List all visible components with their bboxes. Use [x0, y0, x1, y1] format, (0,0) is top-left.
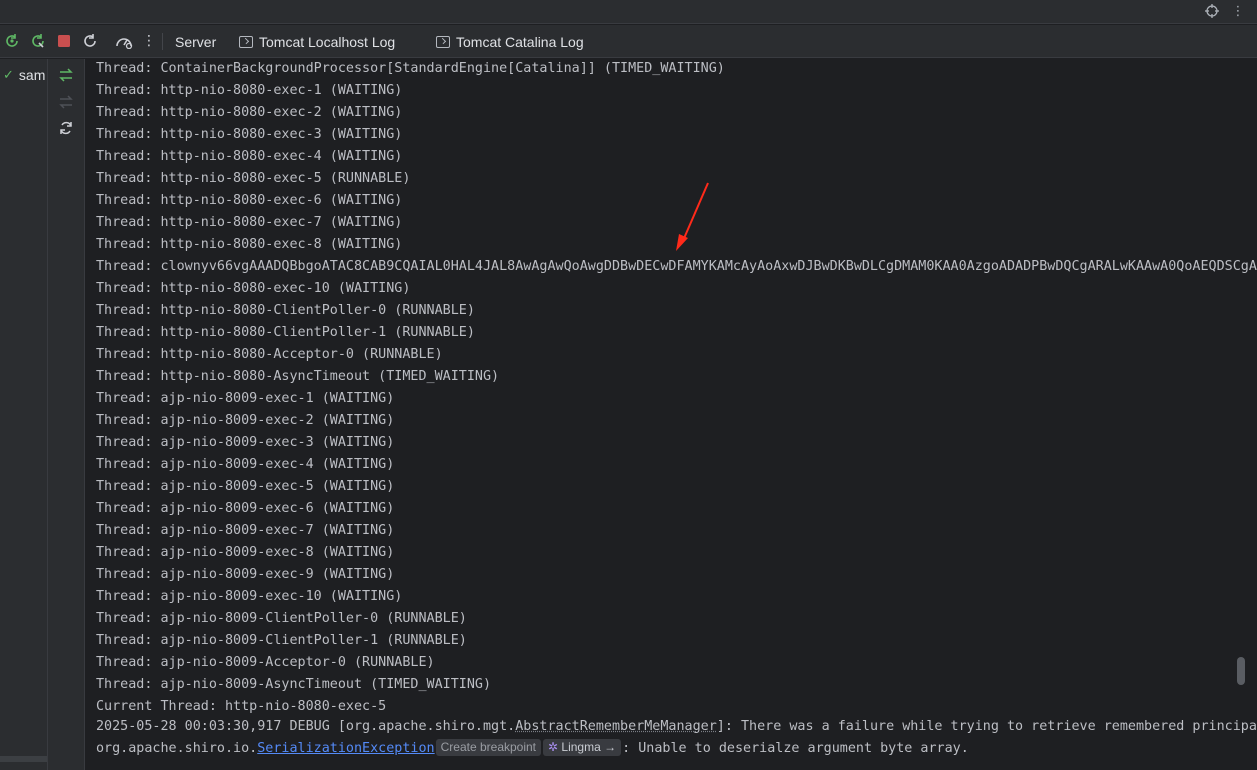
console-line: Thread: ajp-nio-8009-ClientPoller-0 (RUN…	[96, 611, 467, 626]
console-log-icon	[436, 35, 450, 48]
lingma-hint[interactable]: ✲ Lingma →	[543, 739, 622, 756]
console-line: Thread: ajp-nio-8009-exec-8 (WAITING)	[96, 545, 395, 560]
tab-server-label: Server	[175, 33, 217, 50]
update-application-icon[interactable]	[3, 32, 21, 50]
more-options-icon[interactable]: ⋮	[140, 32, 158, 50]
exception-link[interactable]: SerializationException	[257, 741, 434, 756]
more-vertical-icon[interactable]: ⋮	[1230, 4, 1246, 20]
console-line: Thread: ajp-nio-8009-exec-4 (WAITING)	[96, 457, 395, 472]
debug-suffix: ]: There was a failure while trying to r…	[716, 719, 1257, 734]
stop-icon[interactable]	[55, 32, 73, 50]
console-actions	[47, 59, 85, 770]
restart-icon[interactable]	[81, 32, 99, 50]
crosshair-icon[interactable]	[1204, 4, 1220, 20]
console-scrollbar-thumb[interactable]	[1237, 657, 1245, 685]
tab-server[interactable]: Server	[175, 25, 216, 58]
class-name-reference[interactable]: AbstractRememberMeManager	[515, 719, 717, 734]
exception-prefix: org.apache.shiro.io.	[96, 741, 258, 756]
debug-log-line: 2025-05-28 00:03:30,917 DEBUG [org.apach…	[96, 717, 1257, 739]
console-line: Current Thread: http-nio-8080-exec-5	[96, 699, 387, 714]
console-line: Thread: ajp-nio-8009-exec-5 (WAITING)	[96, 479, 395, 494]
top-bar: ⋮	[0, 0, 1257, 24]
console-line: Thread: http-nio-8080-Acceptor-0 (RUNNAB…	[96, 347, 443, 362]
toolbar-separator	[162, 33, 163, 50]
arrow-shaft	[681, 182, 709, 244]
services-tree: ✓ sam	[0, 59, 47, 770]
console-line: Thread: ajp-nio-8009-exec-10 (WAITING)	[96, 589, 403, 604]
tree-horizontal-scrollbar[interactable]	[0, 756, 47, 762]
profiler-icon[interactable]	[115, 32, 133, 50]
deploy-all-icon[interactable]	[57, 67, 75, 85]
tree-item-sam[interactable]: ✓ sam	[3, 67, 45, 83]
exception-suffix: : Unable to deserialze argument byte arr…	[622, 741, 969, 756]
create-breakpoint-hint[interactable]: Create breakpoint	[435, 739, 542, 756]
arrow-head	[676, 234, 688, 251]
undeploy-icon[interactable]	[57, 94, 75, 112]
refresh-icon[interactable]	[57, 120, 75, 138]
console-output[interactable]: Thread: ContainerBackgroundProcessor[Sta…	[86, 59, 1257, 770]
console-line: Thread: ajp-nio-8009-ClientPoller-1 (RUN…	[96, 633, 467, 648]
lingma-label: Lingma →	[561, 740, 617, 754]
lingma-icon: ✲	[548, 740, 559, 754]
debug-prefix: 2025-05-28 00:03:30,917 DEBUG [org.apach…	[96, 719, 516, 734]
tab-tomcat-catalina-log[interactable]: Tomcat Catalina Log	[436, 25, 584, 58]
console-log-icon	[239, 35, 253, 48]
console-line: Thread: ajp-nio-8009-exec-7 (WAITING)	[96, 523, 395, 538]
console-line: Thread: http-nio-8080-ClientPoller-1 (RU…	[96, 325, 475, 340]
run-toolbar: ⋮ Server Tomcat Localhost Log Tomcat Cat…	[0, 25, 1257, 58]
console-line: Thread: ajp-nio-8009-exec-1 (WAITING)	[96, 391, 395, 406]
console-line: Thread: ajp-nio-8009-AsyncTimeout (TIMED…	[96, 677, 492, 692]
exception-log-line: org.apache.shiro.io.SerializationExcepti…	[96, 739, 969, 761]
console-line: Thread: ajp-nio-8009-exec-6 (WAITING)	[96, 501, 395, 516]
red-arrow-annotation	[676, 182, 709, 251]
check-icon: ✓	[3, 67, 14, 82]
tab-tomcat-localhost-log[interactable]: Tomcat Localhost Log	[239, 25, 395, 58]
tree-item-label: sam	[18, 67, 46, 83]
console-line: Thread: ajp-nio-8009-Acceptor-0 (RUNNABL…	[96, 655, 435, 670]
tab-tomcat-catalina-log-label: Tomcat Catalina Log	[456, 33, 584, 50]
tab-tomcat-localhost-log-label: Tomcat Localhost Log	[259, 33, 396, 50]
console-line: Thread: ajp-nio-8009-exec-3 (WAITING)	[96, 435, 395, 450]
redeploy-icon[interactable]	[29, 32, 47, 50]
console-line: Thread: ajp-nio-8009-exec-9 (WAITING)	[96, 567, 395, 582]
console-line: Thread: http-nio-8080-AsyncTimeout (TIME…	[96, 369, 500, 384]
console-line: Thread: ajp-nio-8009-exec-2 (WAITING)	[96, 413, 395, 428]
